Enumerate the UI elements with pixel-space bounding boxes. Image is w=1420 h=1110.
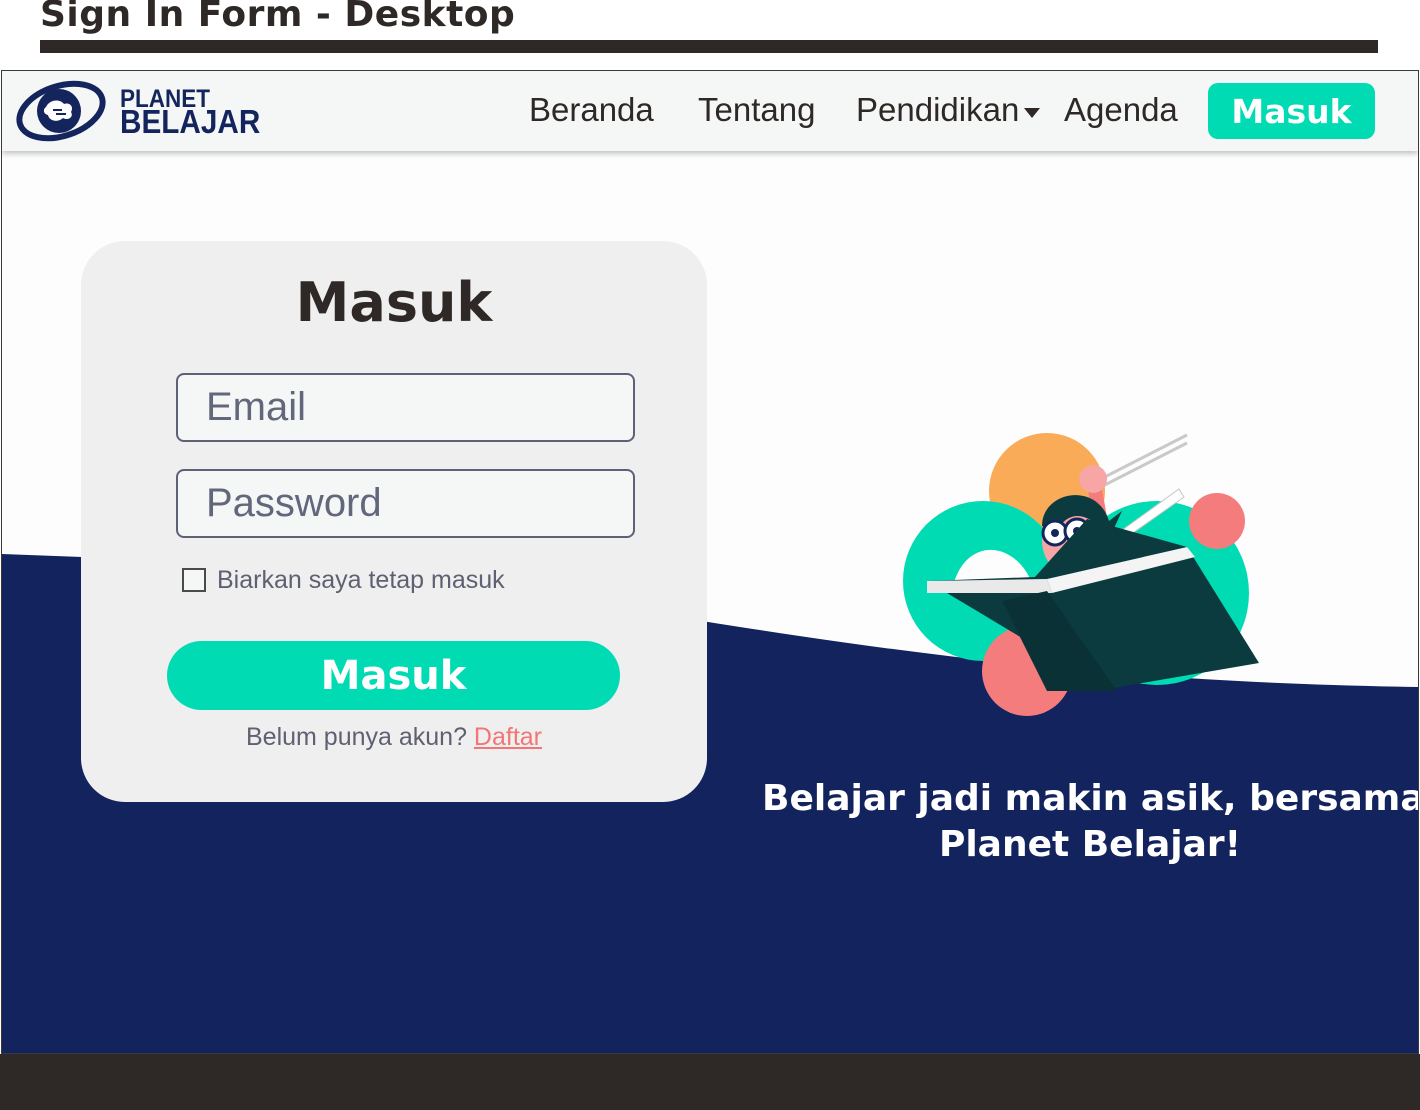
nav-item-agenda[interactable]: Agenda <box>1064 91 1178 129</box>
nav-item-tentang[interactable]: Tentang <box>698 91 815 129</box>
email-field[interactable] <box>176 373 635 442</box>
nav-item-pendidikan[interactable]: Pendidikan <box>856 91 1019 129</box>
title-divider <box>40 40 1378 53</box>
brand-logo[interactable]: PLANET BELAJAR <box>16 77 276 143</box>
navbar: PLANET BELAJAR Beranda Tentang Pendidika… <box>2 71 1418 151</box>
checkbox-icon[interactable] <box>182 568 206 592</box>
signup-link[interactable]: Daftar <box>474 723 542 751</box>
login-title: Masuk <box>295 271 493 334</box>
document-title: Sign In Form - Desktop <box>40 0 516 35</box>
planet-logo-icon <box>16 80 106 142</box>
password-field[interactable] <box>176 469 635 538</box>
footer-bar <box>0 1054 1420 1110</box>
hero-tagline-line1: Belajar jadi makin asik, bersama <box>762 778 1419 819</box>
remember-me-label[interactable]: Biarkan saya tetap masuk <box>217 566 505 595</box>
login-card: Masuk Biarkan saya tetap masuk Masuk Bel… <box>81 241 707 802</box>
reading-kid-illustration <box>903 433 1259 716</box>
chevron-down-icon[interactable] <box>1024 108 1040 118</box>
login-submit-button[interactable]: Masuk <box>167 641 620 710</box>
logo-text-belajar: BELAJAR <box>120 103 261 140</box>
signup-prompt: Belum punya akun? Daftar <box>81 723 707 752</box>
signup-prompt-text: Belum punya akun? <box>245 723 467 751</box>
hero-tagline: Belajar jadi makin asik, bersama Planet … <box>762 776 1418 868</box>
hero-tagline-line2: Planet Belajar! <box>938 824 1242 865</box>
nav-login-button[interactable]: Masuk <box>1208 83 1375 139</box>
desktop-frame: PLANET BELAJAR Beranda Tentang Pendidika… <box>1 70 1419 1054</box>
nav-item-beranda[interactable]: Beranda <box>529 91 654 129</box>
